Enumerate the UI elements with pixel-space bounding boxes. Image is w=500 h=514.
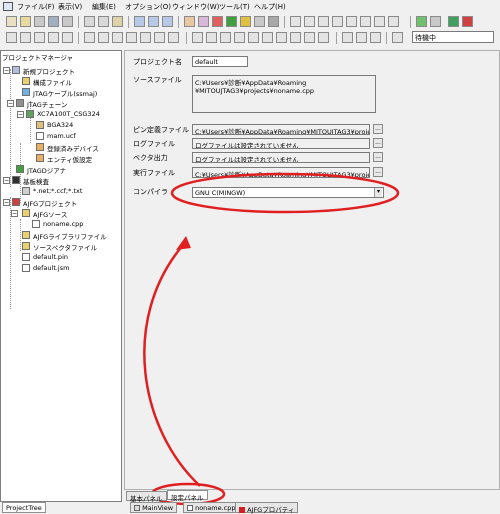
annotation-overlay	[143, 172, 400, 506]
annotation-arrow	[143, 244, 201, 487]
tab-noname-cpp[interactable]: noname.cpp	[183, 502, 240, 513]
arrow-head-icon	[176, 236, 191, 250]
tab-basic-panel[interactable]: 基本パネル	[126, 491, 167, 503]
tab-main-view[interactable]: MainView	[130, 502, 178, 513]
view-icon	[134, 505, 140, 511]
tab-label: noname.cpp	[195, 504, 236, 512]
ajfg-icon	[239, 507, 245, 513]
tab-label: MainView	[142, 504, 174, 512]
tab-ajfg-properties[interactable]: AJFGプロパティ	[235, 502, 299, 514]
tab-settings-panel[interactable]: 設定パネル	[167, 490, 208, 502]
file-icon	[187, 505, 193, 511]
highlight-ellipse	[170, 172, 400, 214]
tab-label: AJFGプロパティ	[247, 506, 295, 514]
